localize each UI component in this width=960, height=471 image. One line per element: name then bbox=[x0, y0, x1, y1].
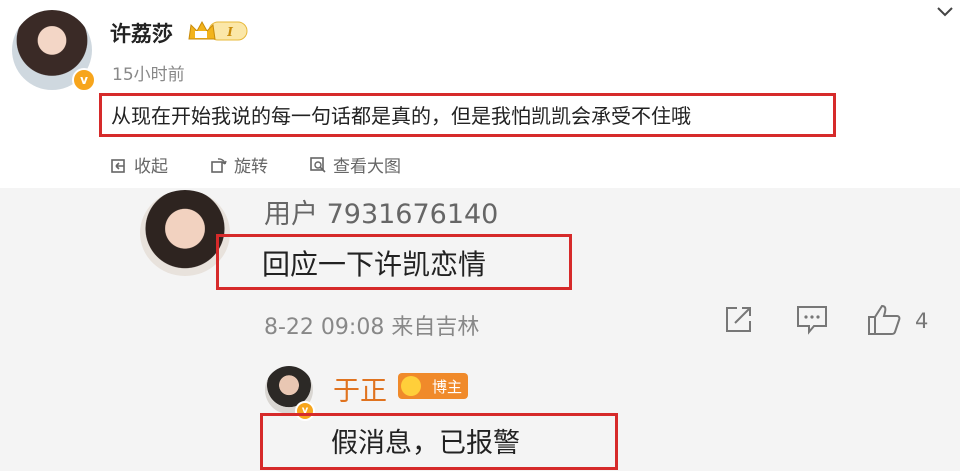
post-text: 从现在开始我说的每一句话都是真的，但是我怕凯凯会承受不住哦 bbox=[111, 104, 691, 128]
post-time: 15小时前 bbox=[112, 65, 185, 85]
collapse-icon bbox=[111, 158, 125, 173]
rotate-button[interactable]: 旋转 bbox=[210, 152, 268, 177]
commenter-name[interactable]: 用户 7931676140 bbox=[264, 192, 498, 231]
collapse-label: 收起 bbox=[134, 157, 168, 177]
author-name[interactable]: 许荔莎 bbox=[110, 18, 173, 48]
view-large-button[interactable]: 查看大图 bbox=[309, 152, 401, 177]
blogger-badge-label: 博主 bbox=[431, 377, 462, 396]
crown-icon bbox=[401, 376, 421, 396]
comment-meta: 8-22 09:08 来自吉林 bbox=[264, 315, 480, 340]
like-icon[interactable] bbox=[866, 303, 902, 337]
share-icon[interactable] bbox=[723, 303, 755, 335]
blogger-badge: 博主 bbox=[398, 373, 468, 399]
view-large-icon bbox=[310, 156, 326, 173]
comment-icon[interactable] bbox=[795, 303, 829, 335]
blogger-name[interactable]: 于正 bbox=[333, 369, 387, 408]
view-large-label: 查看大图 bbox=[333, 157, 401, 177]
rotate-label: 旋转 bbox=[234, 157, 268, 177]
rotate-icon bbox=[211, 157, 227, 173]
comment-text: 回应一下许凯恋情 bbox=[262, 248, 487, 281]
level-text: I bbox=[226, 25, 233, 39]
collapse-button[interactable]: 收起 bbox=[110, 152, 168, 177]
verified-icon: v bbox=[72, 68, 96, 92]
reply-text: 假消息，已报警 bbox=[331, 428, 520, 459]
chevron-down-icon[interactable] bbox=[936, 6, 954, 18]
like-count: 4 bbox=[915, 309, 929, 333]
vip-level-badge: I bbox=[188, 20, 248, 41]
